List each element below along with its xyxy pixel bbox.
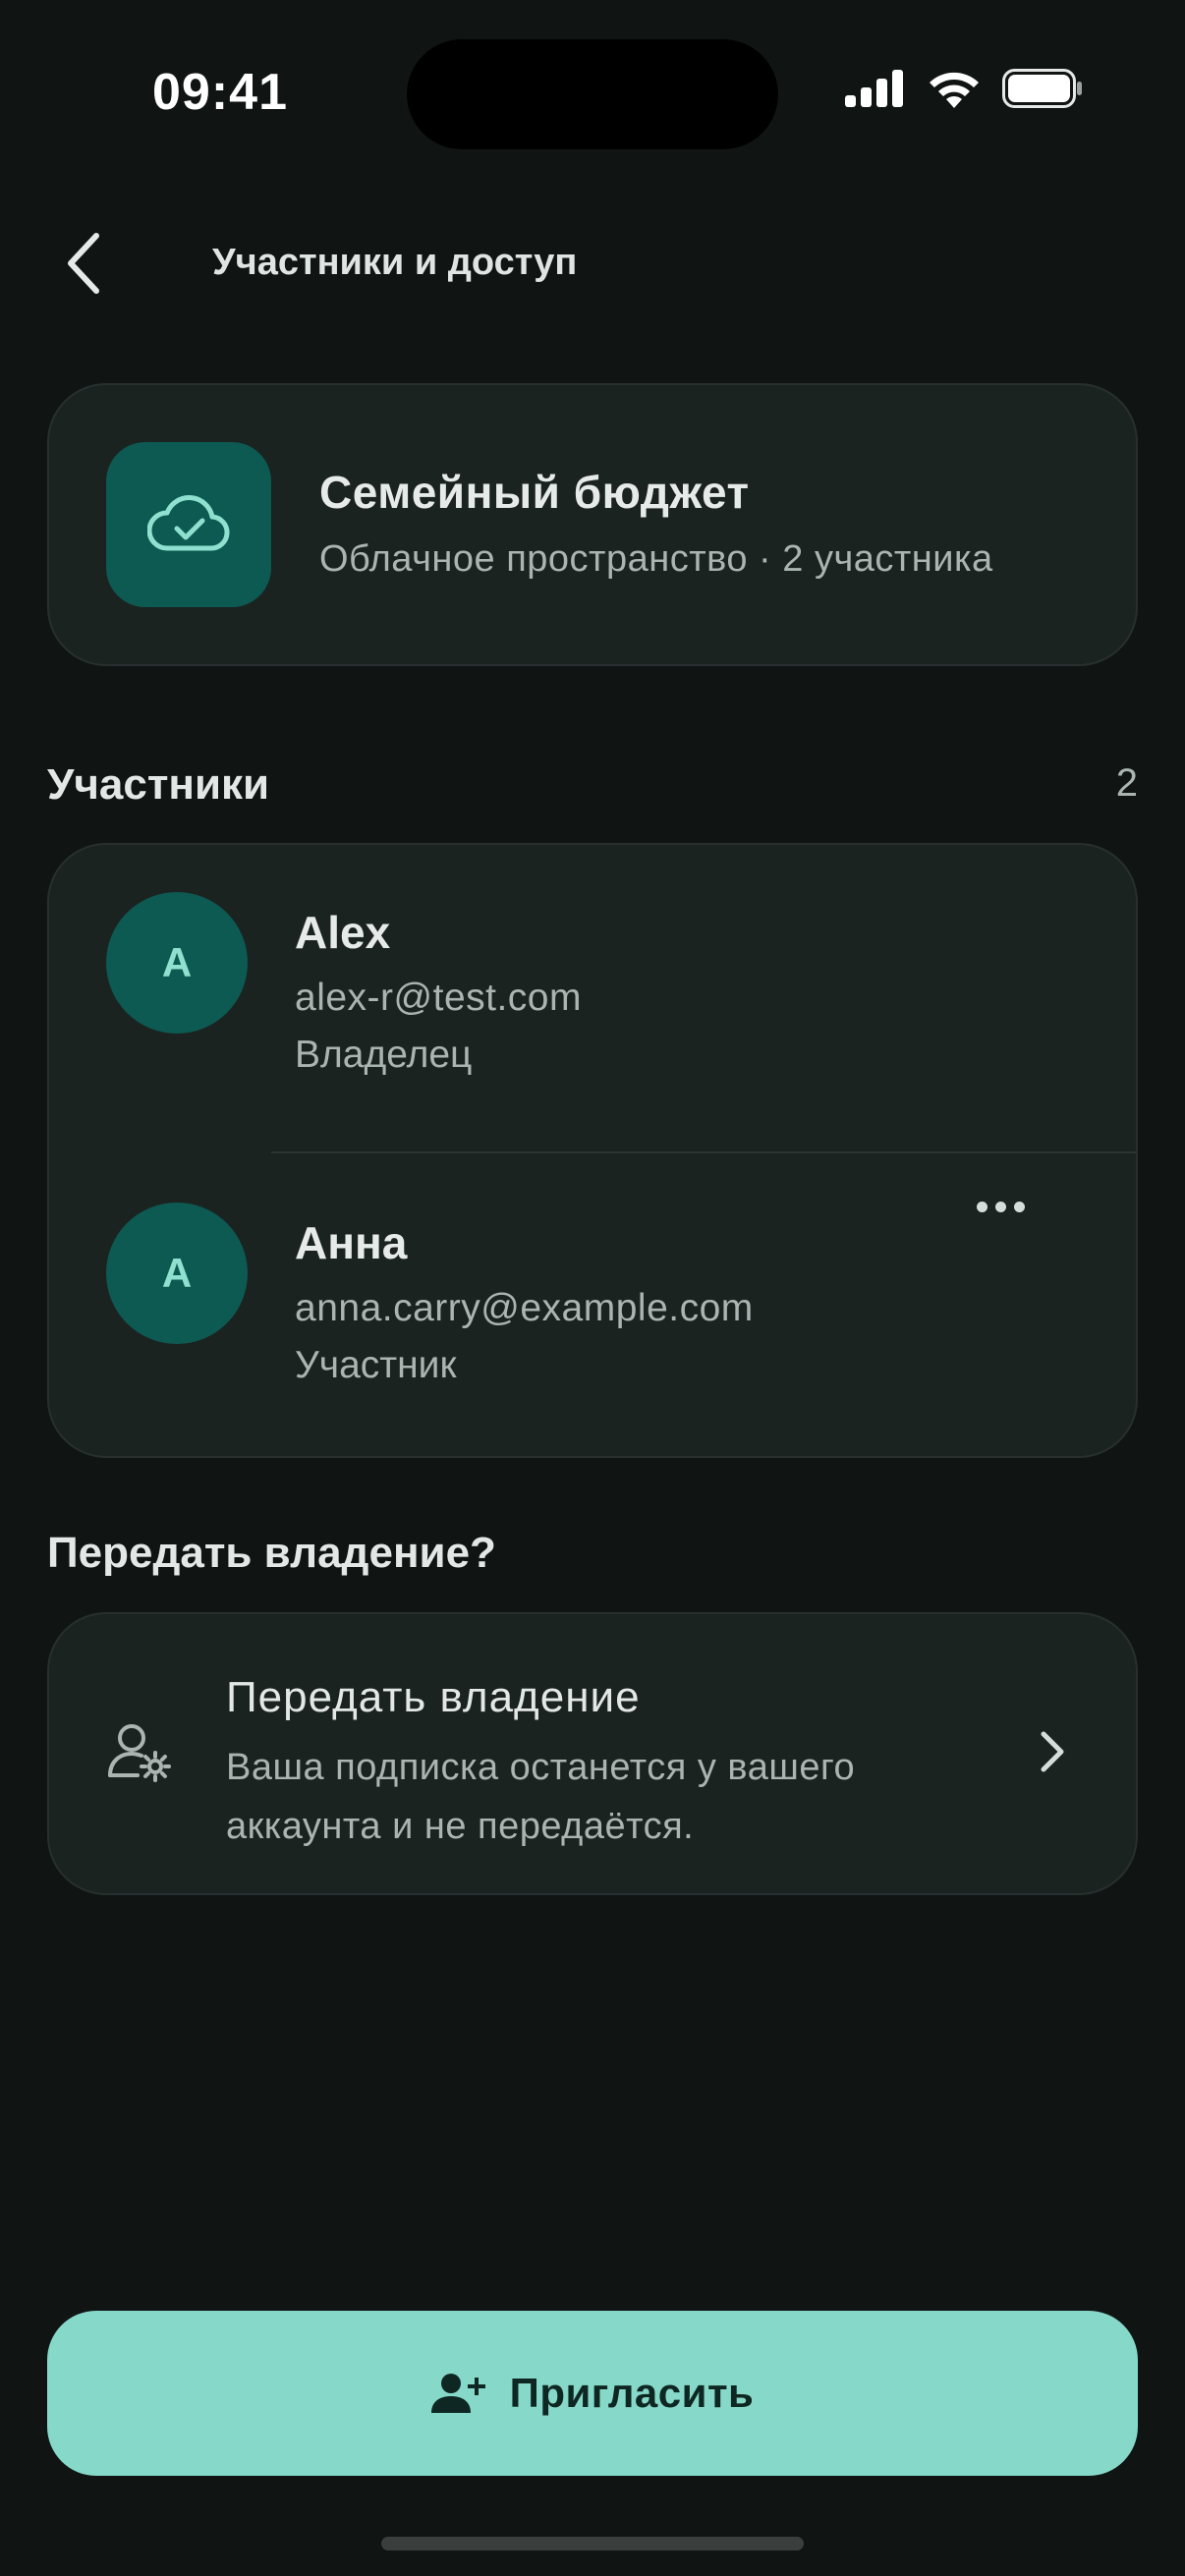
more-dot: [1013, 1201, 1025, 1212]
invite-button-label: Пригласить: [509, 2370, 755, 2416]
home-indicator: [381, 2537, 804, 2550]
transfer-title: Передать владение: [226, 1673, 641, 1721]
members-count: 2: [1115, 761, 1138, 805]
member-email: anna.carry@example.com: [295, 1287, 754, 1329]
screen: 09:41 Участники и доступ Семейный бюджет…: [0, 0, 1185, 2576]
chevron-right-icon: [1041, 1731, 1064, 1772]
transfer-section-title: Передать владение?: [47, 1529, 496, 1577]
battery-icon: [1002, 69, 1082, 108]
member-name: Анна: [295, 1217, 408, 1268]
signal-icon: [845, 70, 903, 107]
invite-button[interactable]: Пригласить: [47, 2311, 1138, 2476]
cloud-check-icon: [147, 495, 230, 551]
member-more-button[interactable]: [961, 1177, 1040, 1236]
chevron-left-icon: [68, 233, 99, 294]
members-card: A Alex alex-r@test.com Владелец A Анна a…: [47, 843, 1138, 1458]
more-dot: [976, 1201, 988, 1212]
transfer-ownership-item[interactable]: Передать владение Ваша подписка останетс…: [47, 1612, 1138, 1895]
status-time: 09:41: [152, 64, 288, 121]
space-icon-tile: [106, 442, 271, 607]
add-user-icon: [430, 2374, 485, 2413]
more-dot: [994, 1201, 1006, 1212]
member-name: Alex: [295, 907, 391, 958]
transfer-description: Ваша подписка останется у вашего аккаунт…: [226, 1747, 856, 1847]
page-title: Участники и доступ: [212, 242, 578, 283]
member-role: Владелец: [295, 1034, 473, 1076]
dynamic-island: [407, 39, 778, 149]
space-subtitle: Облачное пространство · 2 участника: [319, 538, 993, 580]
avatar: A: [106, 892, 248, 1034]
members-section-title: Участники: [47, 760, 270, 809]
user-settings-icon: [108, 1724, 171, 1782]
space-name: Семейный бюджет: [319, 467, 750, 518]
avatar: A: [106, 1203, 248, 1344]
space-card: Семейный бюджет Облачное пространство · …: [47, 383, 1138, 666]
back-button[interactable]: [55, 228, 114, 299]
member-row[interactable]: A Alex alex-r@test.com Владелец: [49, 845, 1136, 1140]
wifi-icon: [930, 72, 979, 108]
member-role: Участник: [295, 1344, 457, 1386]
status-icons: [845, 69, 1083, 108]
member-email: alex-r@test.com: [295, 977, 582, 1019]
